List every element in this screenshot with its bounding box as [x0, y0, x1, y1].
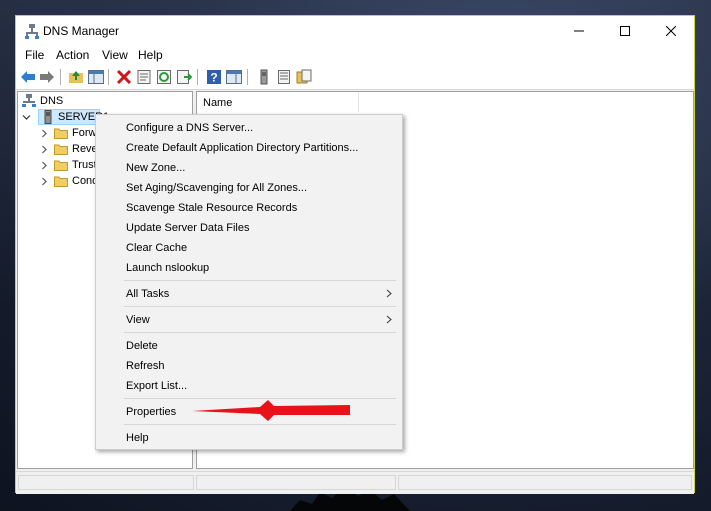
maximize-icon: [620, 26, 630, 36]
menu-item-label: Refresh: [126, 360, 165, 372]
chevron-right-icon[interactable]: [40, 145, 49, 154]
dns-app-icon: [25, 24, 39, 39]
toolbar: ?: [16, 65, 694, 90]
submenu-arrow-icon: [386, 289, 392, 298]
menu-file[interactable]: File: [25, 48, 44, 62]
menu-item-help[interactable]: Help: [96, 428, 402, 448]
folder-config-icon[interactable]: [296, 69, 312, 85]
menu-item-clear-cache[interactable]: Clear Cache: [96, 238, 402, 258]
menu-action[interactable]: Action: [56, 48, 89, 62]
menu-item-launch-nslookup[interactable]: Launch nslookup: [96, 258, 402, 278]
menu-item-create-default-partitions[interactable]: Create Default Application Directory Par…: [96, 138, 402, 158]
folder-icon: [54, 160, 68, 171]
forward-arrow-icon[interactable]: [39, 69, 55, 85]
tree-label-dns: DNS: [40, 95, 64, 107]
menu-item-label: Create Default Application Directory Par…: [126, 142, 359, 154]
tree-node-dns[interactable]: DNS: [22, 94, 182, 110]
submenu-arrow-icon: [386, 315, 392, 324]
close-icon: [666, 26, 676, 36]
title-bar: DNS Manager: [16, 16, 694, 46]
status-cell: [196, 475, 396, 490]
menu-item-label: New Zone...: [126, 162, 186, 174]
chevron-right-icon[interactable]: [40, 161, 49, 170]
chevron-right-icon[interactable]: [40, 177, 49, 186]
tree-label-child: Forw: [72, 127, 97, 139]
menu-view[interactable]: View: [102, 48, 128, 62]
menu-item-label: View: [126, 314, 150, 326]
dns-root-icon: [22, 94, 36, 107]
records-icon[interactable]: [276, 69, 292, 85]
menu-item-export-list[interactable]: Export List...: [96, 376, 402, 396]
server-icon: [44, 110, 52, 124]
chevron-right-icon[interactable]: [40, 129, 49, 138]
delete-icon[interactable]: [116, 69, 132, 85]
column-header-label: Name: [203, 97, 233, 109]
folder-icon: [54, 176, 68, 187]
column-header-name[interactable]: Name: [197, 92, 359, 112]
svg-text:?: ?: [210, 71, 217, 85]
action-pane-icon[interactable]: [226, 69, 242, 85]
tree-label-child: Reve: [72, 143, 98, 155]
menu-item-label: Properties: [126, 406, 177, 418]
toolbar-separator: [247, 69, 248, 85]
menu-separator: [124, 306, 396, 307]
show-hide-tree-icon[interactable]: [88, 69, 104, 85]
menu-item-view[interactable]: View: [96, 310, 402, 330]
close-button[interactable]: [648, 16, 694, 46]
menu-item-set-aging-scavenging[interactable]: Set Aging/Scavenging for All Zones...: [96, 178, 402, 198]
menu-bar: File Action View Help: [16, 46, 694, 65]
refresh-icon[interactable]: [156, 69, 172, 85]
menu-item-refresh[interactable]: Refresh: [96, 356, 402, 376]
menu-item-all-tasks[interactable]: All Tasks: [96, 284, 402, 304]
toolbar-separator: [60, 69, 61, 85]
status-bar: [16, 471, 694, 494]
menu-item-configure-dns-server[interactable]: Configure a DNS Server...: [96, 118, 402, 138]
menu-item-update-server-data-files[interactable]: Update Server Data Files: [96, 218, 402, 238]
menu-item-label: Help: [126, 432, 149, 444]
menu-item-label: Configure a DNS Server...: [126, 122, 254, 134]
folder-icon: [54, 128, 68, 139]
minimize-icon: [574, 30, 584, 32]
tree-label-child: Trust: [72, 159, 97, 171]
back-arrow-icon[interactable]: [20, 69, 36, 85]
status-cell: [398, 475, 692, 490]
menu-item-new-zone[interactable]: New Zone...: [96, 158, 402, 178]
properties-sheet-icon[interactable]: [136, 69, 152, 85]
minimize-button[interactable]: [556, 16, 602, 46]
toolbar-separator: [197, 69, 198, 85]
menu-item-label: Set Aging/Scavenging for All Zones...: [126, 182, 308, 194]
menu-item-label: Export List...: [126, 380, 188, 392]
menu-item-label: Scavenge Stale Resource Records: [126, 202, 298, 214]
server-icon[interactable]: [256, 69, 272, 85]
export-list-icon[interactable]: [176, 69, 192, 85]
folder-icon: [54, 144, 68, 155]
menu-separator: [124, 332, 396, 333]
help-icon[interactable]: ?: [206, 69, 222, 85]
menu-separator: [124, 280, 396, 281]
up-folder-icon[interactable]: [68, 69, 84, 85]
menu-item-label: Clear Cache: [126, 242, 188, 254]
menu-help[interactable]: Help: [138, 48, 163, 62]
status-cell: [18, 475, 194, 490]
red-annotation-arrow-icon: [192, 400, 350, 421]
window-title: DNS Manager: [43, 24, 120, 38]
menu-item-scavenge-stale-records[interactable]: Scavenge Stale Resource Records: [96, 198, 402, 218]
menu-item-label: Launch nslookup: [126, 262, 210, 274]
menu-separator: [124, 424, 396, 425]
chevron-down-icon[interactable]: [22, 113, 31, 122]
menu-item-label: Delete: [126, 340, 158, 352]
menu-item-delete[interactable]: Delete: [96, 336, 402, 356]
maximize-button[interactable]: [602, 16, 648, 46]
menu-item-label: Update Server Data Files: [126, 222, 250, 234]
toolbar-separator: [108, 69, 109, 85]
menu-item-label: All Tasks: [126, 288, 170, 300]
